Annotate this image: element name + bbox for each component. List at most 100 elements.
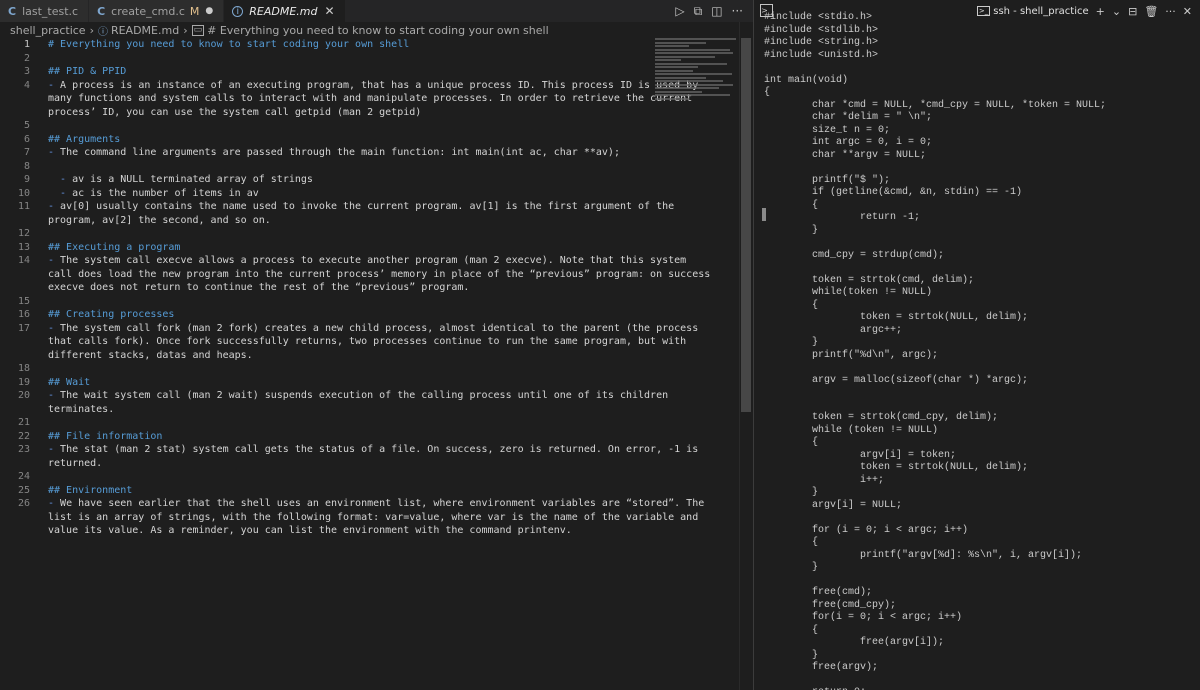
markdown-text-line: - av[0] usually contains the name used t… (48, 201, 675, 212)
markdown-text-line: many functions and system calls to inter… (48, 93, 693, 104)
terminal-code-line: char *cmd = NULL, *cmd_cpy = NULL, *toke… (764, 99, 1107, 111)
list-bullet: - (48, 390, 55, 401)
terminal-code-line: token = strtok(NULL, delim); (764, 312, 1029, 323)
run-icon[interactable]: ▷ (675, 4, 684, 18)
markdown-heading-line: ## File information (48, 430, 163, 442)
terminal-code-line: free(argv); (764, 662, 879, 673)
terminal-code-line: { (764, 624, 819, 636)
terminal-code-line: { (764, 87, 771, 98)
tab-label: README.md (249, 4, 318, 18)
list-bullet: - (48, 444, 55, 455)
terminal-code-line: free(cmd_cpy); (764, 599, 897, 611)
open-preview-icon[interactable]: ⧉ (694, 4, 703, 19)
line-number: 6 (23, 133, 30, 145)
breadcrumb-symbol[interactable]: # Everything you need to know to start c… (207, 24, 549, 37)
line-number: 24 (17, 471, 30, 482)
editor-group: C last_test.c C create_cmd.c M ● i READM… (0, 0, 753, 690)
minimap-line (655, 90, 702, 93)
info-icon: i (232, 5, 244, 17)
terminal-code-line: } (764, 224, 819, 236)
minimap-line (655, 73, 732, 75)
list-bullet: - (48, 322, 55, 334)
markdown-text-line: process’ ID, you can use the system call… (48, 106, 422, 118)
list-bullet: - (48, 498, 55, 509)
c-file-icon: C (97, 4, 106, 18)
line-number: 19 (17, 376, 30, 388)
terminal-code-line: { (764, 199, 819, 211)
markdown-text-line: call does load the new program into the … (48, 268, 711, 280)
minimap-line (655, 97, 689, 100)
tab-readme-md[interactable]: i README.md ✕ (224, 0, 346, 22)
chevron-right-icon: › (89, 23, 94, 37)
terminal-code-line: return -1; (764, 212, 921, 223)
markdown-text-line: different stacks, datas and heaps. (48, 349, 253, 361)
new-terminal-icon[interactable]: + (1096, 5, 1105, 18)
minimap[interactable] (655, 38, 740, 100)
line-number: 1 (23, 39, 30, 50)
minimap-line (655, 62, 728, 65)
terminal-tab[interactable]: >_ ssh - shell_practice (976, 5, 1089, 17)
close-tab-icon[interactable]: ✕ (324, 4, 334, 18)
terminal-code-line: free(argv[i]); (764, 637, 945, 648)
line-number: 5 (23, 120, 30, 131)
symbol-icon: ▭ (191, 24, 205, 36)
markdown-text-line: - The wait system call (man 2 wait) susp… (48, 390, 669, 401)
line-number: 17 (17, 322, 30, 334)
minimap-line (655, 48, 730, 51)
markdown-heading-line: ## Environment (48, 484, 133, 496)
line-number: 2 (23, 52, 30, 64)
minimap-line (655, 52, 734, 54)
c-file-icon: C (8, 4, 17, 18)
terminal-code-line: printf("$ "); (764, 174, 891, 186)
line-number: 3 (23, 66, 30, 77)
terminal-code-line: } (764, 487, 819, 498)
terminal-code-line: if (getline(&cmd, &n, stdin) == -1) (764, 187, 1023, 198)
minimap-line (655, 45, 689, 47)
terminal-title: ssh - shell_practice (993, 5, 1089, 17)
split-terminal-icon[interactable]: ⊟ (1128, 5, 1137, 18)
terminal-code-line: free(cmd); (764, 587, 873, 598)
minimap-line (655, 69, 694, 72)
chevron-down-icon[interactable]: ⌄ (1112, 5, 1121, 18)
list-bullet: - (60, 187, 67, 199)
terminal-code-line: int argc = 0, i = 0; (764, 137, 933, 148)
terminal-code-line: #include <stdio.h> (764, 12, 873, 23)
editor-actions: ▷ ⧉ ◫ ··· (675, 0, 743, 22)
trash-icon[interactable]: 🗑 (1144, 5, 1158, 18)
terminal-code-line: printf("argv[%d]: %s\n", i, argv[i]); (764, 549, 1083, 561)
chevron-right-icon: › (183, 23, 188, 37)
more-actions-icon[interactable]: ··· (1165, 5, 1176, 18)
breadcrumb-folder[interactable]: shell_practice (10, 24, 86, 37)
git-modified-badge: M (189, 4, 200, 18)
tab-label: last_test.c (22, 4, 79, 18)
close-panel-icon[interactable]: ✕ (1183, 5, 1192, 18)
terminal-code-line: token = strtok(cmd, delim); (764, 274, 975, 286)
scrollbar-thumb[interactable] (741, 38, 751, 412)
markdown-heading-line: # Everything you need to know to start c… (48, 39, 410, 50)
line-number: 18 (17, 363, 30, 374)
breadcrumb-file[interactable]: README.md (111, 24, 179, 37)
line-number: 23 (17, 444, 30, 455)
line-number: 8 (23, 160, 30, 172)
line-number: 11 (17, 201, 30, 212)
more-actions-icon[interactable]: ··· (732, 4, 743, 18)
split-editor-icon[interactable]: ◫ (711, 4, 722, 18)
tab-last-test-c[interactable]: C last_test.c (0, 0, 90, 22)
terminal-code-line: size_t n = 0; (764, 124, 891, 136)
tab-create-cmd-c[interactable]: C create_cmd.c M ● (89, 0, 225, 22)
minimap-line (655, 94, 730, 96)
terminal-code-line: { (764, 537, 819, 548)
list-bullet: - (48, 255, 55, 266)
line-number: 21 (17, 417, 30, 428)
terminal-code-line: argv[i] = NULL; (764, 499, 903, 511)
terminal-code-line: } (764, 562, 819, 573)
line-number: 7 (23, 147, 30, 158)
minimap-line (655, 83, 734, 86)
markdown-heading-line: ## PID & PPID (48, 66, 127, 77)
minimap-line (655, 66, 698, 68)
markdown-heading-line: ## Arguments (48, 133, 121, 145)
terminal-code-line: argv[i] = token; (764, 449, 957, 461)
markdown-text-line: - The command line arguments are passed … (48, 147, 620, 158)
terminal-icon: >_ (976, 6, 991, 16)
unsaved-dot-icon[interactable]: ● (205, 6, 213, 16)
